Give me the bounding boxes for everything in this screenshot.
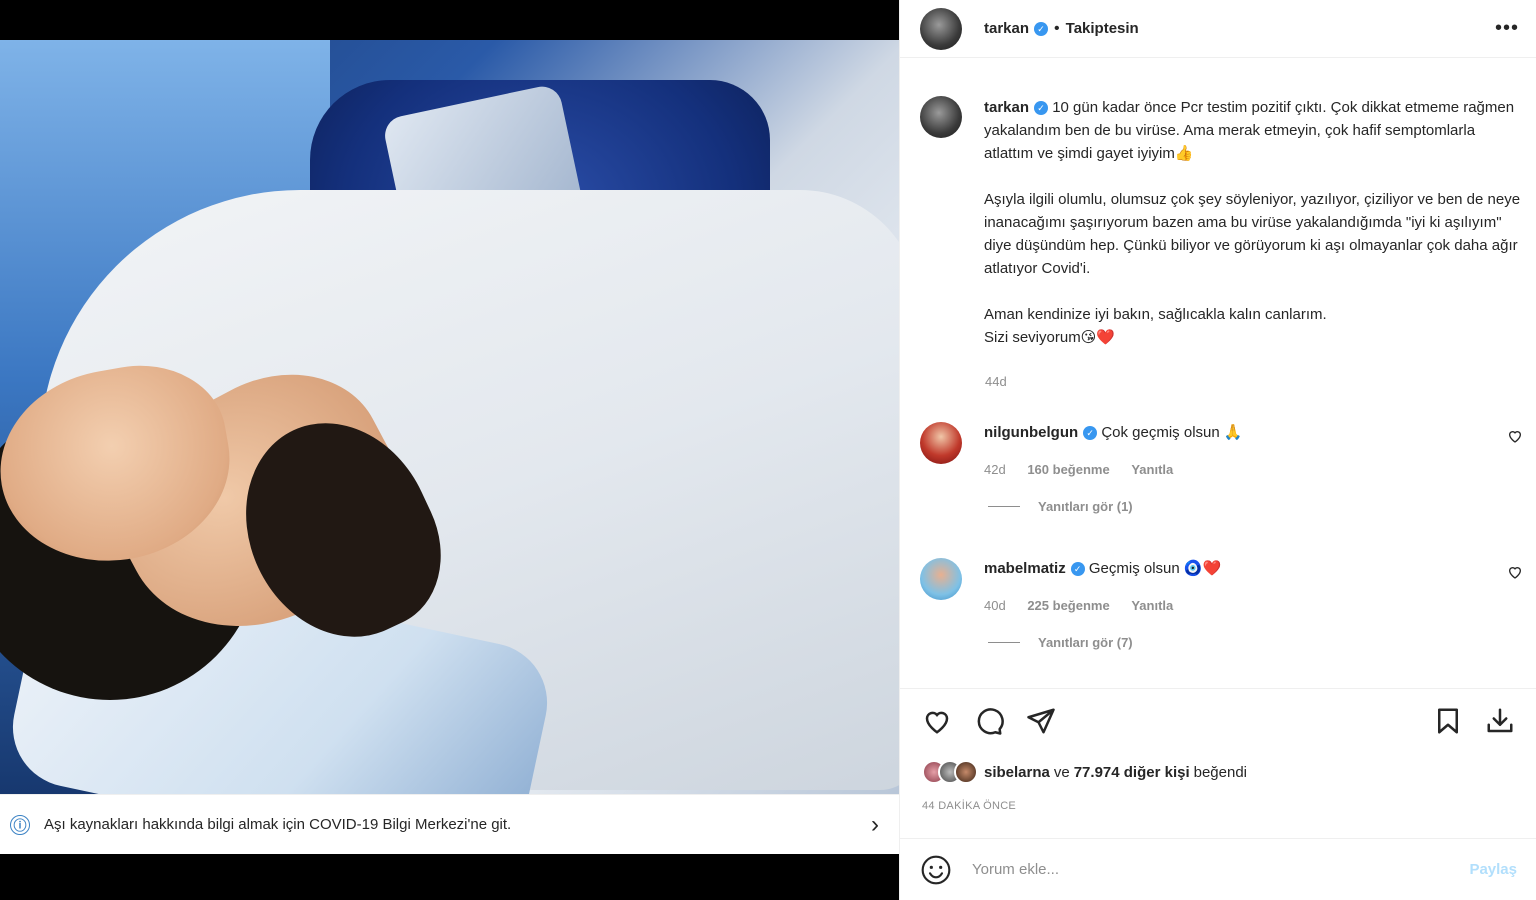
caption-paragraph-2: Aşıyla ilgili olumlu, olumsuz çok şey sö… <box>984 191 1521 277</box>
chevron-right-icon[interactable]: › <box>861 811 889 839</box>
post-media: ⓘ Aşı kaynakları hakkında bilgi almak iç… <box>0 0 899 900</box>
post-photo[interactable] <box>0 40 899 794</box>
caption-username[interactable]: tarkan <box>984 99 1029 116</box>
comment-input[interactable] <box>972 861 1470 878</box>
comment-like-heart-icon[interactable] <box>1507 564 1525 650</box>
comment-meta: 40d 225 beğenme Yanıtla <box>984 598 1507 613</box>
commenter-avatar[interactable] <box>920 558 962 600</box>
add-comment-bar: Paylaş <box>900 838 1536 900</box>
verified-badge-icon: ✓ <box>1034 101 1049 116</box>
post-caption: tarkan ✓ 10 gün kadar önce Pcr testim poz… <box>920 96 1525 349</box>
comment-time: 40d <box>984 598 1006 613</box>
caption-paragraph-3-line: Aman kendinize iyi bakın, sağlıcakla kal… <box>984 306 1327 323</box>
verified-badge-icon: ✓ <box>1083 426 1098 441</box>
view-replies-label: Yanıtları gör (7) <box>1038 635 1133 650</box>
heart-icon[interactable] <box>920 704 954 738</box>
comment-icon[interactable] <box>972 704 1006 738</box>
liker-avatar[interactable] <box>954 760 978 784</box>
send-icon[interactable] <box>1024 704 1058 738</box>
comment-item: nilgunbelgun ✓ Çok geçmiş olsun 🙏 42d 160… <box>920 422 1525 514</box>
bookmark-icon[interactable] <box>1431 704 1465 738</box>
covid-info-banner[interactable]: ⓘ Aşı kaynakları hakkında bilgi almak iç… <box>0 794 899 854</box>
caption-text: tarkan ✓ 10 gün kadar önce Pcr testim poz… <box>984 96 1525 349</box>
verified-badge-icon: ✓ <box>1070 562 1085 577</box>
post-header: tarkan ✓ • Takiptesin ••• <box>900 0 1536 58</box>
first-liker-username[interactable]: sibelarna <box>984 764 1050 781</box>
likes-summary: sibelarna ve 77.974 diğer kişi beğendi <box>922 760 1251 784</box>
verified-badge-icon: ✓ <box>1034 21 1049 36</box>
likes-connector: ve <box>1053 763 1070 781</box>
reply-button[interactable]: Yanıtla <box>1131 462 1173 477</box>
comment-body: mabelmatiz ✓ Geçmiş olsun 🧿❤️ 40d 225 beğ… <box>984 558 1507 650</box>
post-timestamp: 44 DAKİKA ÖNCE <box>922 800 1017 812</box>
comment-like-heart-icon[interactable] <box>1507 428 1525 514</box>
view-replies-button[interactable]: Yanıtları gör (7) <box>984 635 1507 650</box>
header-separator: • <box>1054 19 1060 37</box>
caption-paragraph-4-line: Sizi seviyorum😘❤️ <box>984 329 1116 346</box>
comment-item: mabelmatiz ✓ Geçmiş olsun 🧿❤️ 40d 225 beğ… <box>920 558 1525 650</box>
comment-line: mabelmatiz ✓ Geçmiş olsun 🧿❤️ <box>984 558 1507 580</box>
follow-status-button[interactable]: Takiptesin <box>1066 20 1139 37</box>
info-icon: ⓘ <box>10 814 30 835</box>
author-username[interactable]: tarkan <box>984 20 1029 37</box>
comment-body: nilgunbelgun ✓ Çok geçmiş olsun 🙏 42d 160… <box>984 422 1507 514</box>
comment-likes[interactable]: 160 beğenme <box>1027 462 1109 477</box>
caption-paragraph: tarkan ✓ 10 gün kadar önce Pcr testim poz… <box>984 96 1525 165</box>
comment-time: 42d <box>984 462 1006 477</box>
post-actions <box>900 688 1536 752</box>
comment-line: nilgunbelgun ✓ Çok geçmiş olsun 🙏 <box>984 422 1507 444</box>
comment-meta: 42d 160 beğenme Yanıtla <box>984 462 1507 477</box>
smiley-icon[interactable] <box>920 854 952 886</box>
replies-divider <box>988 506 1020 507</box>
replies-divider <box>988 642 1020 643</box>
commenter-avatar[interactable] <box>920 422 962 464</box>
post-sidebar: tarkan ✓ • Takiptesin ••• tarkan ✓ 10 gün… <box>899 0 1536 900</box>
more-options-icon[interactable]: ••• <box>1495 17 1519 40</box>
caption-paragraph-3: Aman kendinize iyi bakın, sağlıcakla kal… <box>984 303 1525 349</box>
commenter-username[interactable]: mabelmatiz <box>984 560 1066 577</box>
comment-text: Geçmiş olsun 🧿❤️ <box>1088 560 1222 577</box>
caption-time: 44d <box>985 374 1007 389</box>
likes-suffix: beğendi <box>1193 763 1248 781</box>
download-icon[interactable] <box>1483 704 1517 738</box>
liker-avatars <box>922 760 978 784</box>
caption-paragraph-1: 10 gün kadar önce Pcr testim pozitif çık… <box>984 99 1515 162</box>
author-avatar[interactable] <box>920 7 962 50</box>
covid-info-text: Aşı kaynakları hakkında bilgi almak için… <box>44 816 512 833</box>
view-replies-button[interactable]: Yanıtları gör (1) <box>984 499 1507 514</box>
reply-button[interactable]: Yanıtla <box>1131 598 1173 613</box>
caption-avatar[interactable] <box>920 96 962 138</box>
likes-count-link[interactable]: 77.974 diğer kişi <box>1074 764 1190 781</box>
commenter-username[interactable]: nilgunbelgun <box>984 424 1078 441</box>
comment-likes[interactable]: 225 beğenme <box>1027 598 1109 613</box>
comment-text: Çok geçmiş olsun 🙏 <box>1101 424 1243 441</box>
post-comment-button[interactable]: Paylaş <box>1469 861 1517 878</box>
view-replies-label: Yanıtları gör (1) <box>1038 499 1133 514</box>
